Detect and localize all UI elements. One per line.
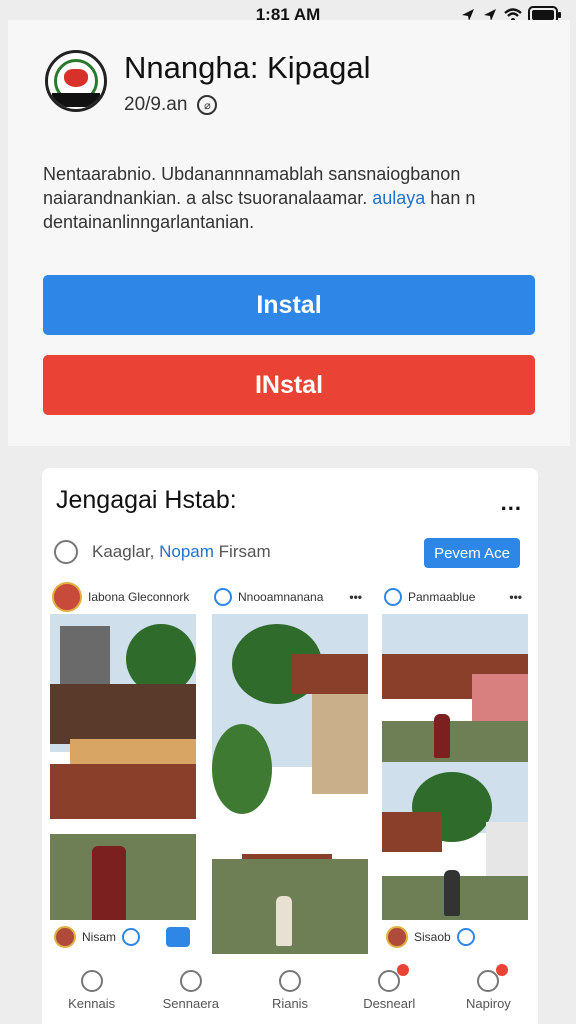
description-line-2: naiarandnankian. a alsc tsuoranalaamar. … (43, 188, 476, 208)
post-header: Nnooamnanana ••• (212, 580, 368, 614)
app-meta-text: 20/9.an (124, 94, 188, 115)
search-text[interactable]: Kaaglar, Nopam Firsam (92, 542, 271, 562)
follow-button[interactable]: Pevem Ace (424, 538, 520, 568)
description-line-1: Nentaarabnio. Ubdanannnamablah sansnaiog… (43, 164, 461, 184)
app-logo (45, 50, 107, 112)
profile-icon (279, 969, 301, 992)
search-icon[interactable] (54, 540, 78, 564)
post-footer: Nisam (50, 920, 196, 954)
home-icon (80, 969, 103, 992)
tab-profile[interactable]: Rianis (240, 956, 339, 1024)
app-title: Nnangha: Kipagal (124, 50, 371, 85)
post-card[interactable]: Nnooamnanana ••• (212, 580, 368, 954)
tab-user[interactable]: Desnearl (340, 956, 439, 1024)
feed-title: Jengagai Hstab: (56, 486, 237, 514)
post-photo[interactable] (50, 614, 196, 920)
post-photo[interactable] (382, 762, 528, 920)
avatar[interactable] (386, 926, 408, 948)
search-row: Kaaglar, Nopam Firsam Pevem Ace (54, 536, 524, 568)
globe-icon (384, 588, 402, 606)
tab-home[interactable]: Kennais (42, 956, 141, 1024)
app-card: Nnangha: Kipagal 20/9.an ⌀ Nentaarabnio.… (8, 20, 570, 446)
post-header: Panmaablue ••• (382, 580, 528, 614)
post-header: Iabona Gleconnork (50, 580, 196, 614)
avatar[interactable] (54, 926, 76, 948)
description-link[interactable]: aulaya (372, 188, 425, 208)
tab-search[interactable]: Sennaera (141, 956, 240, 1024)
search-icon (179, 969, 202, 992)
like-icon[interactable] (122, 928, 141, 946)
description-line-3: dentainanlinngarlantanian. (43, 212, 255, 232)
clock-icon: ⌀ (197, 95, 218, 115)
post-photo[interactable] (382, 614, 528, 762)
tab-favorites[interactable]: Napiroy (439, 956, 538, 1024)
avatar[interactable] (52, 582, 82, 612)
more-options-icon[interactable]: ••• (349, 590, 368, 604)
post-footer: Sisaob (382, 920, 528, 954)
feed-card: Jengagai Hstab: ... Kaaglar, Nopam Firsa… (42, 468, 538, 1024)
post-footer-name: Nisam (82, 930, 117, 944)
globe-icon (214, 588, 232, 606)
like-icon[interactable] (456, 928, 475, 946)
notification-badge (396, 964, 409, 976)
chat-icon[interactable] (166, 927, 190, 947)
post-footer-name: Sisaob (414, 930, 451, 944)
app-meta: 20/9.an ⌀ (124, 94, 218, 116)
post-card[interactable]: Iabona Gleconnork Nisam (50, 580, 196, 954)
more-options-icon[interactable]: ... (501, 490, 522, 516)
install-button-secondary[interactable]: INstal (43, 355, 535, 415)
install-button-primary[interactable]: Instal (43, 275, 535, 335)
post-author[interactable]: Iabona Gleconnork (88, 590, 189, 604)
more-options-icon[interactable]: ••• (509, 590, 528, 604)
bottom-tab-bar: Kennais Sennaera Rianis Desnearl Napiroy (42, 956, 538, 1024)
post-card[interactable]: Panmaablue ••• Sisaob (382, 580, 528, 954)
notification-badge (496, 964, 509, 976)
app-description: Nentaarabnio. Ubdanannnamablah sansnaiog… (43, 162, 513, 234)
post-author[interactable]: Nnooamnanana (238, 590, 323, 604)
post-photo[interactable] (212, 614, 368, 954)
post-author[interactable]: Panmaablue (408, 590, 475, 604)
